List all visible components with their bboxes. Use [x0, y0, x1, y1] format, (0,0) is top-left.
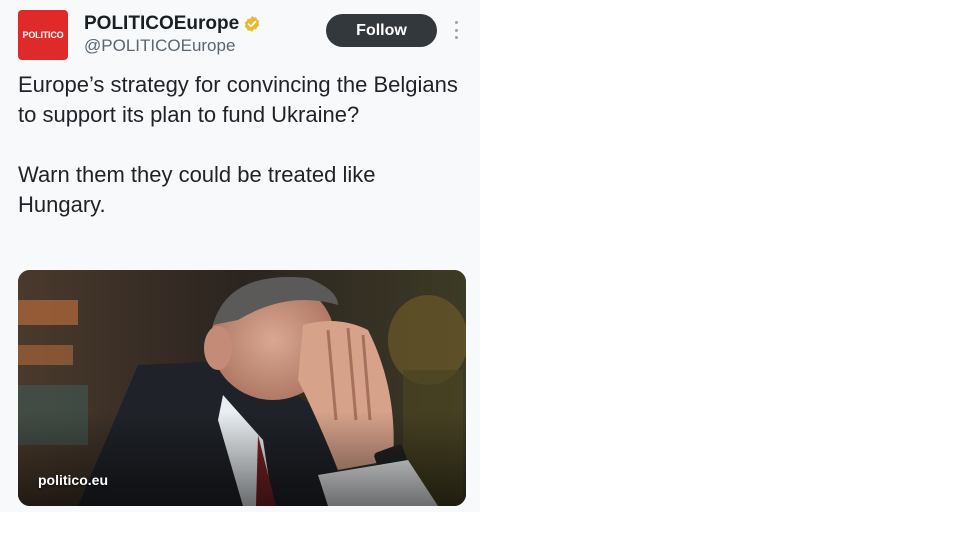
- photo-man-covering-face: [18, 270, 466, 506]
- more-options-icon[interactable]: [449, 19, 463, 41]
- link-domain-label[interactable]: politico.eu: [38, 472, 108, 488]
- author-name-row: POLITICOEurope: [84, 13, 261, 35]
- tweet-paragraph: Europe’s strategy for convincing the Bel…: [18, 72, 458, 127]
- tweet-card: POLITICO POLITICOEurope @POLITICOEurope …: [0, 0, 480, 512]
- display-name[interactable]: POLITICOEurope: [84, 13, 239, 35]
- tweet-text: Europe’s strategy for convincing the Bel…: [18, 70, 458, 220]
- follow-button[interactable]: Follow: [326, 14, 437, 47]
- media-card[interactable]: politico.eu: [18, 270, 466, 506]
- avatar-logo-text: POLITICO: [22, 30, 64, 40]
- avatar[interactable]: POLITICO: [18, 10, 68, 60]
- tweet-paragraph: Warn them they could be treated like Hun…: [18, 162, 376, 217]
- verified-badge-icon: [243, 15, 261, 33]
- user-handle[interactable]: @POLITICOEurope: [84, 36, 235, 56]
